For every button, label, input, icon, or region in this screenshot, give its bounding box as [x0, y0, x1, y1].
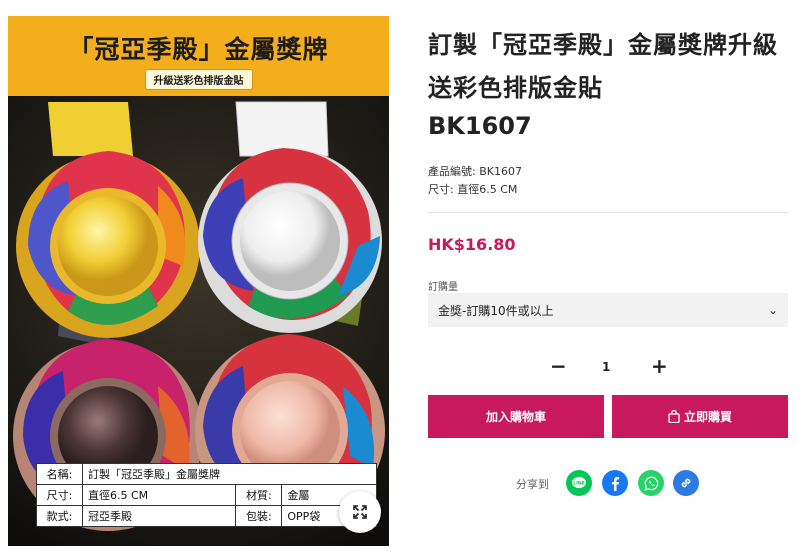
- share-whatsapp-button[interactable]: [638, 470, 664, 496]
- spec-pack-key: 包裝:: [235, 505, 283, 527]
- decrease-button[interactable]: −: [550, 354, 567, 378]
- facebook-icon: [612, 476, 620, 491]
- line-icon: LINE: [572, 477, 586, 488]
- banner-title: 「冠亞季殿」金屬獎牌: [68, 35, 329, 64]
- buy-now-button[interactable]: 立即購買: [612, 395, 788, 438]
- share-facebook-button[interactable]: [602, 470, 628, 496]
- spec-row-style: 款式: 冠亞季殿 包裝: OPP袋: [36, 505, 377, 527]
- expand-icon: [353, 505, 367, 519]
- share-link-button[interactable]: [673, 470, 699, 496]
- chevron-down-icon: ⌄: [767, 303, 778, 317]
- whatsapp-icon: [643, 476, 658, 491]
- spec-size-value: 直徑6.5 CM: [81, 484, 237, 506]
- banner-subtitle: 升級送彩色排版金貼: [144, 69, 253, 90]
- spec-row-size: 尺寸: 直徑6.5 CM 材質: 金屬: [36, 484, 377, 506]
- quantity-value[interactable]: 1: [602, 360, 610, 374]
- product-code: 產品編號: BK1607: [428, 165, 522, 178]
- divider: [428, 212, 788, 213]
- quantity-label: 訂購量: [428, 282, 458, 293]
- spec-style-value: 冠亞季殿: [81, 505, 237, 527]
- spec-name-key: 名稱:: [36, 463, 83, 485]
- image-banner: 「冠亞季殿」金屬獎牌 升級送彩色排版金貼: [8, 16, 389, 96]
- spec-name-value: 訂製「冠亞季殿」金屬獎牌: [82, 463, 377, 485]
- quantity-select[interactable]: 金獎-訂購10件或以上 ⌄: [428, 293, 788, 327]
- product-image[interactable]: 「冠亞季殿」金屬獎牌 升級送彩色排版金貼 名稱: 訂製「冠亞季殿」金屬獎牌 尺寸…: [8, 16, 389, 546]
- spec-style-key: 款式:: [36, 505, 83, 527]
- quantity-select-value: 金獎-訂購10件或以上: [438, 303, 554, 318]
- add-to-cart-button[interactable]: 加入購物車: [428, 395, 604, 438]
- product-size: 尺寸: 直徑6.5 CM: [428, 183, 518, 196]
- svg-text:LINE: LINE: [573, 481, 584, 487]
- link-icon: [681, 478, 691, 488]
- buy-now-label: 立即購買: [683, 410, 732, 424]
- product-price: HK$16.80: [428, 235, 516, 254]
- shopping-bag-icon: [668, 410, 680, 423]
- spec-size-key: 尺寸:: [36, 484, 83, 506]
- quantity-stepper[interactable]: − 1 +: [540, 352, 670, 382]
- spec-material-key: 材質:: [235, 484, 283, 506]
- increase-button[interactable]: +: [651, 354, 668, 378]
- share-line-button[interactable]: LINE: [566, 470, 592, 496]
- share-label: 分享到: [516, 478, 549, 491]
- spec-table: 名稱: 訂製「冠亞季殿」金屬獎牌 尺寸: 直徑6.5 CM 材質: 金屬 款式:…: [36, 463, 377, 527]
- product-title: 訂製「冠亞季殿」金屬獎牌升級送彩色排版金貼: [428, 31, 778, 102]
- add-to-cart-label: 加入購物車: [485, 410, 546, 424]
- product-code-heading: BK1607: [428, 112, 532, 140]
- spec-row-name: 名稱: 訂製「冠亞季殿」金屬獎牌: [36, 463, 377, 485]
- expand-image-button[interactable]: [339, 491, 381, 533]
